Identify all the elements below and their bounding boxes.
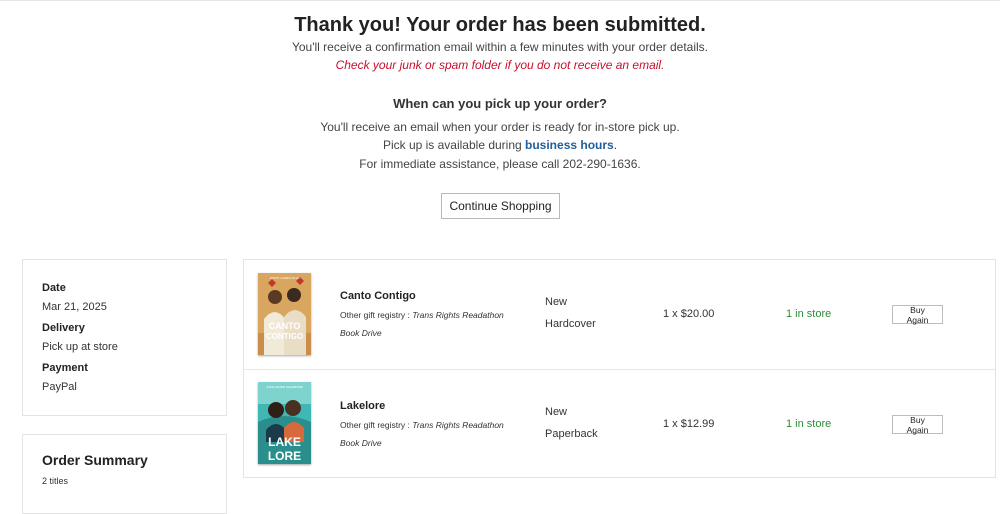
item-condition: New — [545, 406, 568, 418]
cover-title-line2: LORE — [268, 449, 301, 463]
gift-registry-info: Other gift registry : Trans Rights Reada… — [340, 306, 515, 342]
book-cover-canto-contigo[interactable]: JONNY GARZA VILLA CANTO CONTIGO — [258, 273, 311, 355]
order-summary-title: Order Summary — [42, 452, 148, 468]
order-items-card: JONNY GARZA VILLA CANTO CONTIGO Canto Co… — [243, 259, 996, 478]
item-title[interactable]: Lakelore — [340, 400, 385, 412]
pickup-heading: When can you pick up your order? — [393, 96, 607, 111]
item-stock-status: 1 in store — [786, 418, 832, 430]
pickup-availability-text: Pick up is available during — [382, 138, 526, 152]
item-title[interactable]: Canto Contigo — [340, 290, 416, 302]
buy-again-button[interactable]: Buy Again — [892, 415, 943, 435]
confirmation-text: You'll receive a confirmation email with… — [291, 40, 709, 54]
junk-warning: Check your junk or spam folder if you do… — [335, 58, 665, 72]
payment-value: PayPal — [42, 381, 77, 393]
order-info-card: Date Mar 21, 2025 Delivery Pick up at st… — [22, 259, 227, 416]
cover-title-line2: CONTIGO — [266, 332, 303, 341]
item-stock-status: 1 in store — [786, 308, 832, 320]
pickup-availability: Pick up is available during business hou… — [0, 138, 1000, 152]
pickup-email-text: You'll receive an email when your order … — [320, 120, 680, 134]
date-value: Mar 21, 2025 — [42, 301, 107, 313]
order-item-row: ANNA-MARIE McLEMORE LAKE LORE Lakelore O… — [244, 369, 995, 479]
item-condition: New — [545, 296, 568, 308]
item-price: 1 x $12.99 — [663, 418, 715, 430]
pickup-availability-suffix: . — [613, 138, 618, 152]
item-format: Paperback — [545, 428, 598, 440]
order-item-row: JONNY GARZA VILLA CANTO CONTIGO Canto Co… — [244, 260, 995, 369]
cover-author-text: JONNY GARZA VILLA — [269, 276, 299, 280]
registry-label: Other gift registry : — [340, 310, 413, 320]
cover-title-line1: LAKE — [268, 435, 301, 449]
delivery-value: Pick up at store — [42, 341, 118, 353]
continue-shopping-button[interactable]: Continue Shopping — [441, 193, 560, 219]
registry-label: Other gift registry : — [340, 420, 413, 430]
date-label: Date — [42, 282, 66, 294]
order-summary-count: 2 titles — [42, 476, 69, 486]
payment-label: Payment — [42, 362, 88, 374]
item-format: Hardcover — [545, 318, 596, 330]
gift-registry-info: Other gift registry : Trans Rights Reada… — [340, 416, 515, 452]
buy-again-button[interactable]: Buy Again — [892, 305, 943, 325]
top-divider — [0, 0, 1000, 1]
delivery-label: Delivery — [42, 322, 85, 334]
order-summary-card: Order Summary 2 titles — [22, 434, 227, 514]
business-hours-link[interactable]: business hours — [525, 138, 614, 152]
cover-title-line1: CANTO — [269, 321, 301, 331]
assistance-text: For immediate assistance, please call 20… — [359, 157, 641, 171]
item-price: 1 x $20.00 — [663, 308, 715, 320]
cover-author-text: ANNA-MARIE McLEMORE — [266, 385, 302, 389]
page-title: Thank you! Your order has been submitted… — [294, 14, 706, 36]
book-cover-lakelore[interactable]: ANNA-MARIE McLEMORE LAKE LORE — [258, 382, 311, 464]
